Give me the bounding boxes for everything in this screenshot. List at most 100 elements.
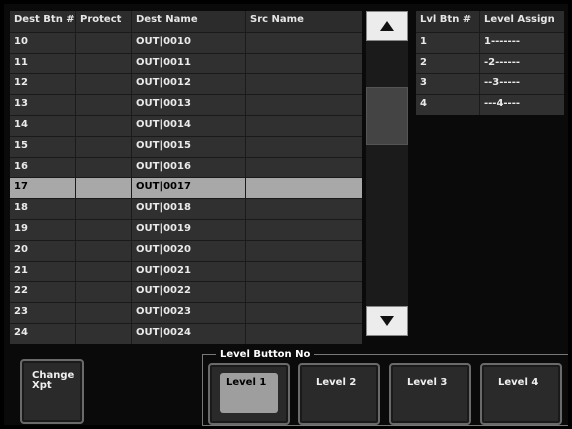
- lvl-btn-cell: 1: [416, 32, 480, 53]
- src-name-cell: [246, 137, 362, 157]
- src-name-cell: [246, 199, 362, 219]
- header-level-assign: Level Assign: [484, 14, 555, 25]
- header-dest-btn: Dest Btn #: [10, 11, 76, 32]
- dest-btn-cell: 24: [10, 323, 76, 344]
- protect-cell: [76, 136, 132, 157]
- table-row[interactable]: 22 OUT|0022: [10, 281, 362, 303]
- dest-name-cell: OUT|0022: [132, 282, 246, 303]
- dest-btn-cell: 10: [10, 32, 76, 53]
- scroll-down-button[interactable]: [366, 306, 408, 336]
- table-row[interactable]: 17 OUT|0017: [10, 177, 362, 199]
- lvl-btn-cell: 2: [416, 53, 480, 74]
- level-2-label: Level 2: [316, 377, 357, 388]
- level-table-header: Lvl Btn # Level Assign: [416, 11, 564, 32]
- src-name-cell: [246, 54, 362, 74]
- protect-cell: [76, 240, 132, 261]
- table-row[interactable]: 19 OUT|0019: [10, 218, 362, 240]
- protect-cell: [76, 74, 132, 95]
- dest-btn-cell: 20: [10, 240, 76, 261]
- table-row[interactable]: 21 OUT|0021: [10, 260, 362, 282]
- table-row[interactable]: 10 OUT|0010: [10, 31, 362, 53]
- level-1-button[interactable]: Level 1: [208, 363, 290, 425]
- dest-btn-cell: 21: [10, 261, 76, 282]
- table-row[interactable]: 24 OUT|0024: [10, 322, 362, 344]
- dest-name-cell: OUT|0010: [132, 32, 246, 53]
- level-row[interactable]: 1 1-------: [416, 31, 564, 53]
- dest-btn-cell: 17: [10, 178, 76, 199]
- change-xpt-label-line2: Xpt: [32, 380, 52, 391]
- src-name-cell: [246, 262, 362, 282]
- protect-cell: [76, 199, 132, 219]
- dest-name-cell: OUT|0021: [132, 261, 246, 282]
- level-table: Lvl Btn # Level Assign 1 1------- 2 -2-----…: [416, 11, 564, 115]
- dest-name-cell: OUT|0015: [132, 136, 246, 157]
- destination-table: Dest Btn # Protect Dest Name Src Name 10…: [10, 11, 362, 344]
- header-protect: Protect: [76, 11, 132, 32]
- dest-name-cell: OUT|0017: [132, 178, 246, 199]
- src-name-cell: [246, 178, 362, 198]
- level-assign-cell: --3-----: [484, 77, 521, 89]
- protect-cell: [76, 282, 132, 303]
- table-row[interactable]: 12 OUT|0012: [10, 73, 362, 95]
- table-row[interactable]: 23 OUT|0023: [10, 302, 362, 323]
- level-4-label: Level 4: [498, 377, 539, 388]
- level-2-button[interactable]: Level 2: [298, 363, 380, 425]
- protect-cell: [76, 261, 132, 282]
- protect-cell: [76, 115, 132, 136]
- dest-btn-cell: 13: [10, 95, 76, 115]
- table-row[interactable]: 20 OUT|0020: [10, 239, 362, 261]
- table-row[interactable]: 13 OUT|0013: [10, 94, 362, 115]
- header-dest-name: Dest Name: [132, 11, 246, 32]
- dest-btn-cell: 22: [10, 282, 76, 303]
- table-row[interactable]: 18 OUT|0018: [10, 198, 362, 219]
- src-name-cell: [246, 324, 362, 344]
- dest-btn-cell: 12: [10, 74, 76, 95]
- table-row[interactable]: 16 OUT|0016: [10, 156, 362, 178]
- level-assign-cell: 1-------: [484, 35, 521, 47]
- protect-cell: [76, 157, 132, 178]
- dest-name-cell: OUT|0019: [132, 219, 246, 240]
- dest-btn-cell: 23: [10, 303, 76, 323]
- table-row[interactable]: 11 OUT|0011: [10, 52, 362, 74]
- scroll-up-button[interactable]: [366, 11, 408, 41]
- level-4-button[interactable]: Level 4: [480, 363, 562, 425]
- arrow-down-icon: [380, 316, 394, 326]
- table-row[interactable]: 14 OUT|0014: [10, 114, 362, 136]
- level-1-label: Level 1: [220, 373, 278, 413]
- protect-cell: [76, 303, 132, 323]
- dest-name-cell: OUT|0013: [132, 95, 246, 115]
- level-row[interactable]: 3 --3-----: [416, 73, 564, 95]
- dest-btn-cell: 15: [10, 136, 76, 157]
- dest-name-cell: OUT|0023: [132, 303, 246, 323]
- src-name-cell: [246, 116, 362, 136]
- dest-name-cell: OUT|0011: [132, 53, 246, 74]
- level-row[interactable]: 2 -2------: [416, 52, 564, 74]
- dest-name-cell: OUT|0012: [132, 74, 246, 95]
- header-lvl-btn: Lvl Btn #: [416, 11, 480, 32]
- level-3-button[interactable]: Level 3: [389, 363, 471, 425]
- dest-btn-cell: 14: [10, 115, 76, 136]
- src-name-cell: [246, 33, 362, 53]
- level-assign-cell: ---4----: [484, 98, 521, 110]
- destination-table-header: Dest Btn # Protect Dest Name Src Name: [10, 11, 362, 32]
- scrollbar-thumb[interactable]: [366, 87, 408, 145]
- protect-cell: [76, 53, 132, 74]
- dest-name-cell: OUT|0016: [132, 157, 246, 178]
- lvl-btn-cell: 3: [416, 74, 480, 95]
- src-name-cell: [246, 282, 362, 302]
- src-name-cell: [246, 74, 362, 94]
- level-row[interactable]: 4 ---4----: [416, 94, 564, 115]
- dest-name-cell: OUT|0018: [132, 199, 246, 219]
- protect-cell: [76, 323, 132, 344]
- lvl-btn-cell: 4: [416, 95, 480, 115]
- src-name-cell: [246, 158, 362, 178]
- dest-btn-cell: 11: [10, 53, 76, 74]
- protect-cell: [76, 178, 132, 199]
- level-3-label: Level 3: [407, 377, 448, 388]
- dest-name-cell: OUT|0014: [132, 115, 246, 136]
- level-button-group-title: Level Button No: [216, 349, 315, 360]
- table-row[interactable]: 15 OUT|0015: [10, 135, 362, 157]
- protect-cell: [76, 219, 132, 240]
- change-xpt-button[interactable]: Change Xpt: [20, 359, 84, 424]
- scrollbar-track[interactable]: [366, 11, 408, 336]
